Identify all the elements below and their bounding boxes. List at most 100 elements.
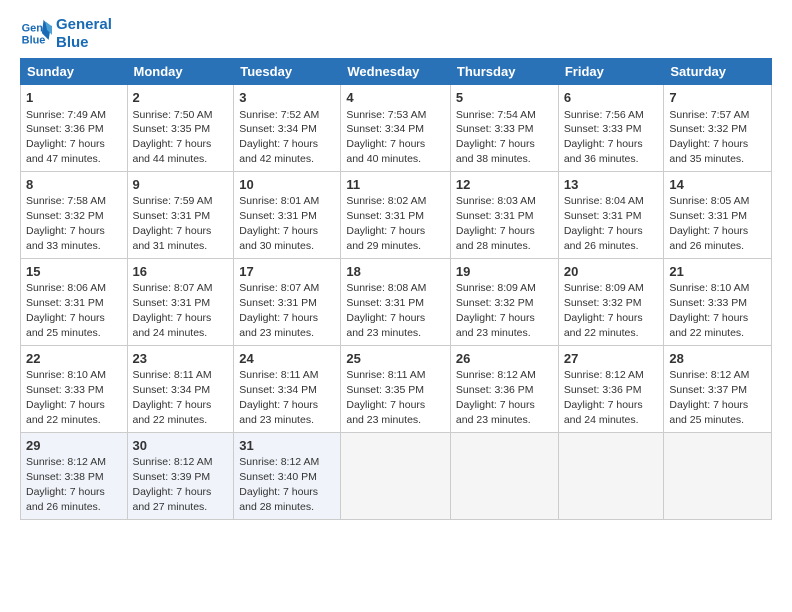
calendar-cell: 22 Sunrise: 8:10 AMSunset: 3:33 PMDaylig… bbox=[21, 345, 128, 432]
col-header-saturday: Saturday bbox=[664, 59, 772, 85]
calendar-cell: 18 Sunrise: 8:08 AMSunset: 3:31 PMDaylig… bbox=[341, 258, 451, 345]
calendar-cell bbox=[558, 432, 664, 519]
day-number: 25 bbox=[346, 350, 445, 368]
day-info: Sunrise: 8:02 AMSunset: 3:31 PMDaylight:… bbox=[346, 195, 426, 252]
day-number: 1 bbox=[26, 89, 122, 107]
day-number: 22 bbox=[26, 350, 122, 368]
day-number: 24 bbox=[239, 350, 335, 368]
calendar-cell: 19 Sunrise: 8:09 AMSunset: 3:32 PMDaylig… bbox=[450, 258, 558, 345]
day-number: 2 bbox=[133, 89, 229, 107]
day-number: 27 bbox=[564, 350, 659, 368]
col-header-friday: Friday bbox=[558, 59, 664, 85]
day-number: 19 bbox=[456, 263, 553, 281]
week-row-3: 22 Sunrise: 8:10 AMSunset: 3:33 PMDaylig… bbox=[21, 345, 772, 432]
day-number: 10 bbox=[239, 176, 335, 194]
calendar-cell: 28 Sunrise: 8:12 AMSunset: 3:37 PMDaylig… bbox=[664, 345, 772, 432]
col-header-tuesday: Tuesday bbox=[234, 59, 341, 85]
day-number: 11 bbox=[346, 176, 445, 194]
day-number: 18 bbox=[346, 263, 445, 281]
day-number: 3 bbox=[239, 89, 335, 107]
calendar-cell: 10 Sunrise: 8:01 AMSunset: 3:31 PMDaylig… bbox=[234, 171, 341, 258]
day-number: 20 bbox=[564, 263, 659, 281]
calendar-cell: 11 Sunrise: 8:02 AMSunset: 3:31 PMDaylig… bbox=[341, 171, 451, 258]
day-number: 14 bbox=[669, 176, 766, 194]
day-info: Sunrise: 8:01 AMSunset: 3:31 PMDaylight:… bbox=[239, 195, 319, 252]
calendar-cell: 16 Sunrise: 8:07 AMSunset: 3:31 PMDaylig… bbox=[127, 258, 234, 345]
calendar-cell: 2 Sunrise: 7:50 AMSunset: 3:35 PMDayligh… bbox=[127, 85, 234, 172]
calendar-cell: 6 Sunrise: 7:56 AMSunset: 3:33 PMDayligh… bbox=[558, 85, 664, 172]
day-info: Sunrise: 8:09 AMSunset: 3:32 PMDaylight:… bbox=[456, 282, 536, 339]
page: General Blue GeneralBlue SundayMondayTue… bbox=[0, 0, 792, 530]
calendar-cell: 31 Sunrise: 8:12 AMSunset: 3:40 PMDaylig… bbox=[234, 432, 341, 519]
day-info: Sunrise: 8:08 AMSunset: 3:31 PMDaylight:… bbox=[346, 282, 426, 339]
day-number: 29 bbox=[26, 437, 122, 455]
day-info: Sunrise: 7:49 AMSunset: 3:36 PMDaylight:… bbox=[26, 109, 106, 166]
day-number: 7 bbox=[669, 89, 766, 107]
day-info: Sunrise: 7:58 AMSunset: 3:32 PMDaylight:… bbox=[26, 195, 106, 252]
col-header-monday: Monday bbox=[127, 59, 234, 85]
calendar-cell: 29 Sunrise: 8:12 AMSunset: 3:38 PMDaylig… bbox=[21, 432, 128, 519]
day-number: 21 bbox=[669, 263, 766, 281]
day-info: Sunrise: 8:11 AMSunset: 3:34 PMDaylight:… bbox=[239, 369, 318, 426]
day-info: Sunrise: 8:04 AMSunset: 3:31 PMDaylight:… bbox=[564, 195, 644, 252]
calendar-header-row: SundayMondayTuesdayWednesdayThursdayFrid… bbox=[21, 59, 772, 85]
col-header-thursday: Thursday bbox=[450, 59, 558, 85]
day-number: 28 bbox=[669, 350, 766, 368]
day-info: Sunrise: 7:56 AMSunset: 3:33 PMDaylight:… bbox=[564, 109, 644, 166]
col-header-sunday: Sunday bbox=[21, 59, 128, 85]
day-info: Sunrise: 8:11 AMSunset: 3:34 PMDaylight:… bbox=[133, 369, 212, 426]
calendar-cell: 24 Sunrise: 8:11 AMSunset: 3:34 PMDaylig… bbox=[234, 345, 341, 432]
day-info: Sunrise: 8:11 AMSunset: 3:35 PMDaylight:… bbox=[346, 369, 425, 426]
day-number: 16 bbox=[133, 263, 229, 281]
calendar-cell bbox=[450, 432, 558, 519]
calendar-cell: 20 Sunrise: 8:09 AMSunset: 3:32 PMDaylig… bbox=[558, 258, 664, 345]
calendar-table: SundayMondayTuesdayWednesdayThursdayFrid… bbox=[20, 58, 772, 520]
day-info: Sunrise: 8:07 AMSunset: 3:31 PMDaylight:… bbox=[133, 282, 213, 339]
calendar-cell: 26 Sunrise: 8:12 AMSunset: 3:36 PMDaylig… bbox=[450, 345, 558, 432]
day-number: 12 bbox=[456, 176, 553, 194]
calendar-cell: 23 Sunrise: 8:11 AMSunset: 3:34 PMDaylig… bbox=[127, 345, 234, 432]
calendar-cell: 4 Sunrise: 7:53 AMSunset: 3:34 PMDayligh… bbox=[341, 85, 451, 172]
calendar-cell: 13 Sunrise: 8:04 AMSunset: 3:31 PMDaylig… bbox=[558, 171, 664, 258]
day-number: 5 bbox=[456, 89, 553, 107]
calendar-cell: 12 Sunrise: 8:03 AMSunset: 3:31 PMDaylig… bbox=[450, 171, 558, 258]
day-number: 23 bbox=[133, 350, 229, 368]
day-info: Sunrise: 8:12 AMSunset: 3:37 PMDaylight:… bbox=[669, 369, 749, 426]
day-info: Sunrise: 8:10 AMSunset: 3:33 PMDaylight:… bbox=[669, 282, 749, 339]
header: General Blue GeneralBlue bbox=[20, 16, 772, 52]
day-number: 8 bbox=[26, 176, 122, 194]
day-number: 13 bbox=[564, 176, 659, 194]
calendar-cell: 8 Sunrise: 7:58 AMSunset: 3:32 PMDayligh… bbox=[21, 171, 128, 258]
week-row-0: 1 Sunrise: 7:49 AMSunset: 3:36 PMDayligh… bbox=[21, 85, 772, 172]
day-info: Sunrise: 7:54 AMSunset: 3:33 PMDaylight:… bbox=[456, 109, 536, 166]
calendar-cell: 14 Sunrise: 8:05 AMSunset: 3:31 PMDaylig… bbox=[664, 171, 772, 258]
day-info: Sunrise: 7:53 AMSunset: 3:34 PMDaylight:… bbox=[346, 109, 426, 166]
day-info: Sunrise: 8:05 AMSunset: 3:31 PMDaylight:… bbox=[669, 195, 749, 252]
day-info: Sunrise: 8:06 AMSunset: 3:31 PMDaylight:… bbox=[26, 282, 106, 339]
day-info: Sunrise: 8:12 AMSunset: 3:36 PMDaylight:… bbox=[456, 369, 536, 426]
day-number: 4 bbox=[346, 89, 445, 107]
calendar-cell: 1 Sunrise: 7:49 AMSunset: 3:36 PMDayligh… bbox=[21, 85, 128, 172]
day-number: 9 bbox=[133, 176, 229, 194]
calendar-cell: 15 Sunrise: 8:06 AMSunset: 3:31 PMDaylig… bbox=[21, 258, 128, 345]
day-number: 31 bbox=[239, 437, 335, 455]
svg-text:Blue: Blue bbox=[22, 34, 46, 46]
day-number: 15 bbox=[26, 263, 122, 281]
logo: General Blue GeneralBlue bbox=[20, 16, 112, 52]
day-info: Sunrise: 8:12 AMSunset: 3:38 PMDaylight:… bbox=[26, 456, 106, 513]
day-info: Sunrise: 7:57 AMSunset: 3:32 PMDaylight:… bbox=[669, 109, 749, 166]
day-number: 26 bbox=[456, 350, 553, 368]
calendar-cell: 7 Sunrise: 7:57 AMSunset: 3:32 PMDayligh… bbox=[664, 85, 772, 172]
day-number: 6 bbox=[564, 89, 659, 107]
week-row-1: 8 Sunrise: 7:58 AMSunset: 3:32 PMDayligh… bbox=[21, 171, 772, 258]
logo-icon: General Blue bbox=[20, 18, 52, 50]
calendar-cell: 3 Sunrise: 7:52 AMSunset: 3:34 PMDayligh… bbox=[234, 85, 341, 172]
calendar-cell: 17 Sunrise: 8:07 AMSunset: 3:31 PMDaylig… bbox=[234, 258, 341, 345]
calendar-cell: 25 Sunrise: 8:11 AMSunset: 3:35 PMDaylig… bbox=[341, 345, 451, 432]
day-info: Sunrise: 8:07 AMSunset: 3:31 PMDaylight:… bbox=[239, 282, 319, 339]
calendar-cell bbox=[341, 432, 451, 519]
day-info: Sunrise: 8:10 AMSunset: 3:33 PMDaylight:… bbox=[26, 369, 106, 426]
day-number: 17 bbox=[239, 263, 335, 281]
day-info: Sunrise: 8:12 AMSunset: 3:40 PMDaylight:… bbox=[239, 456, 319, 513]
calendar-cell: 9 Sunrise: 7:59 AMSunset: 3:31 PMDayligh… bbox=[127, 171, 234, 258]
